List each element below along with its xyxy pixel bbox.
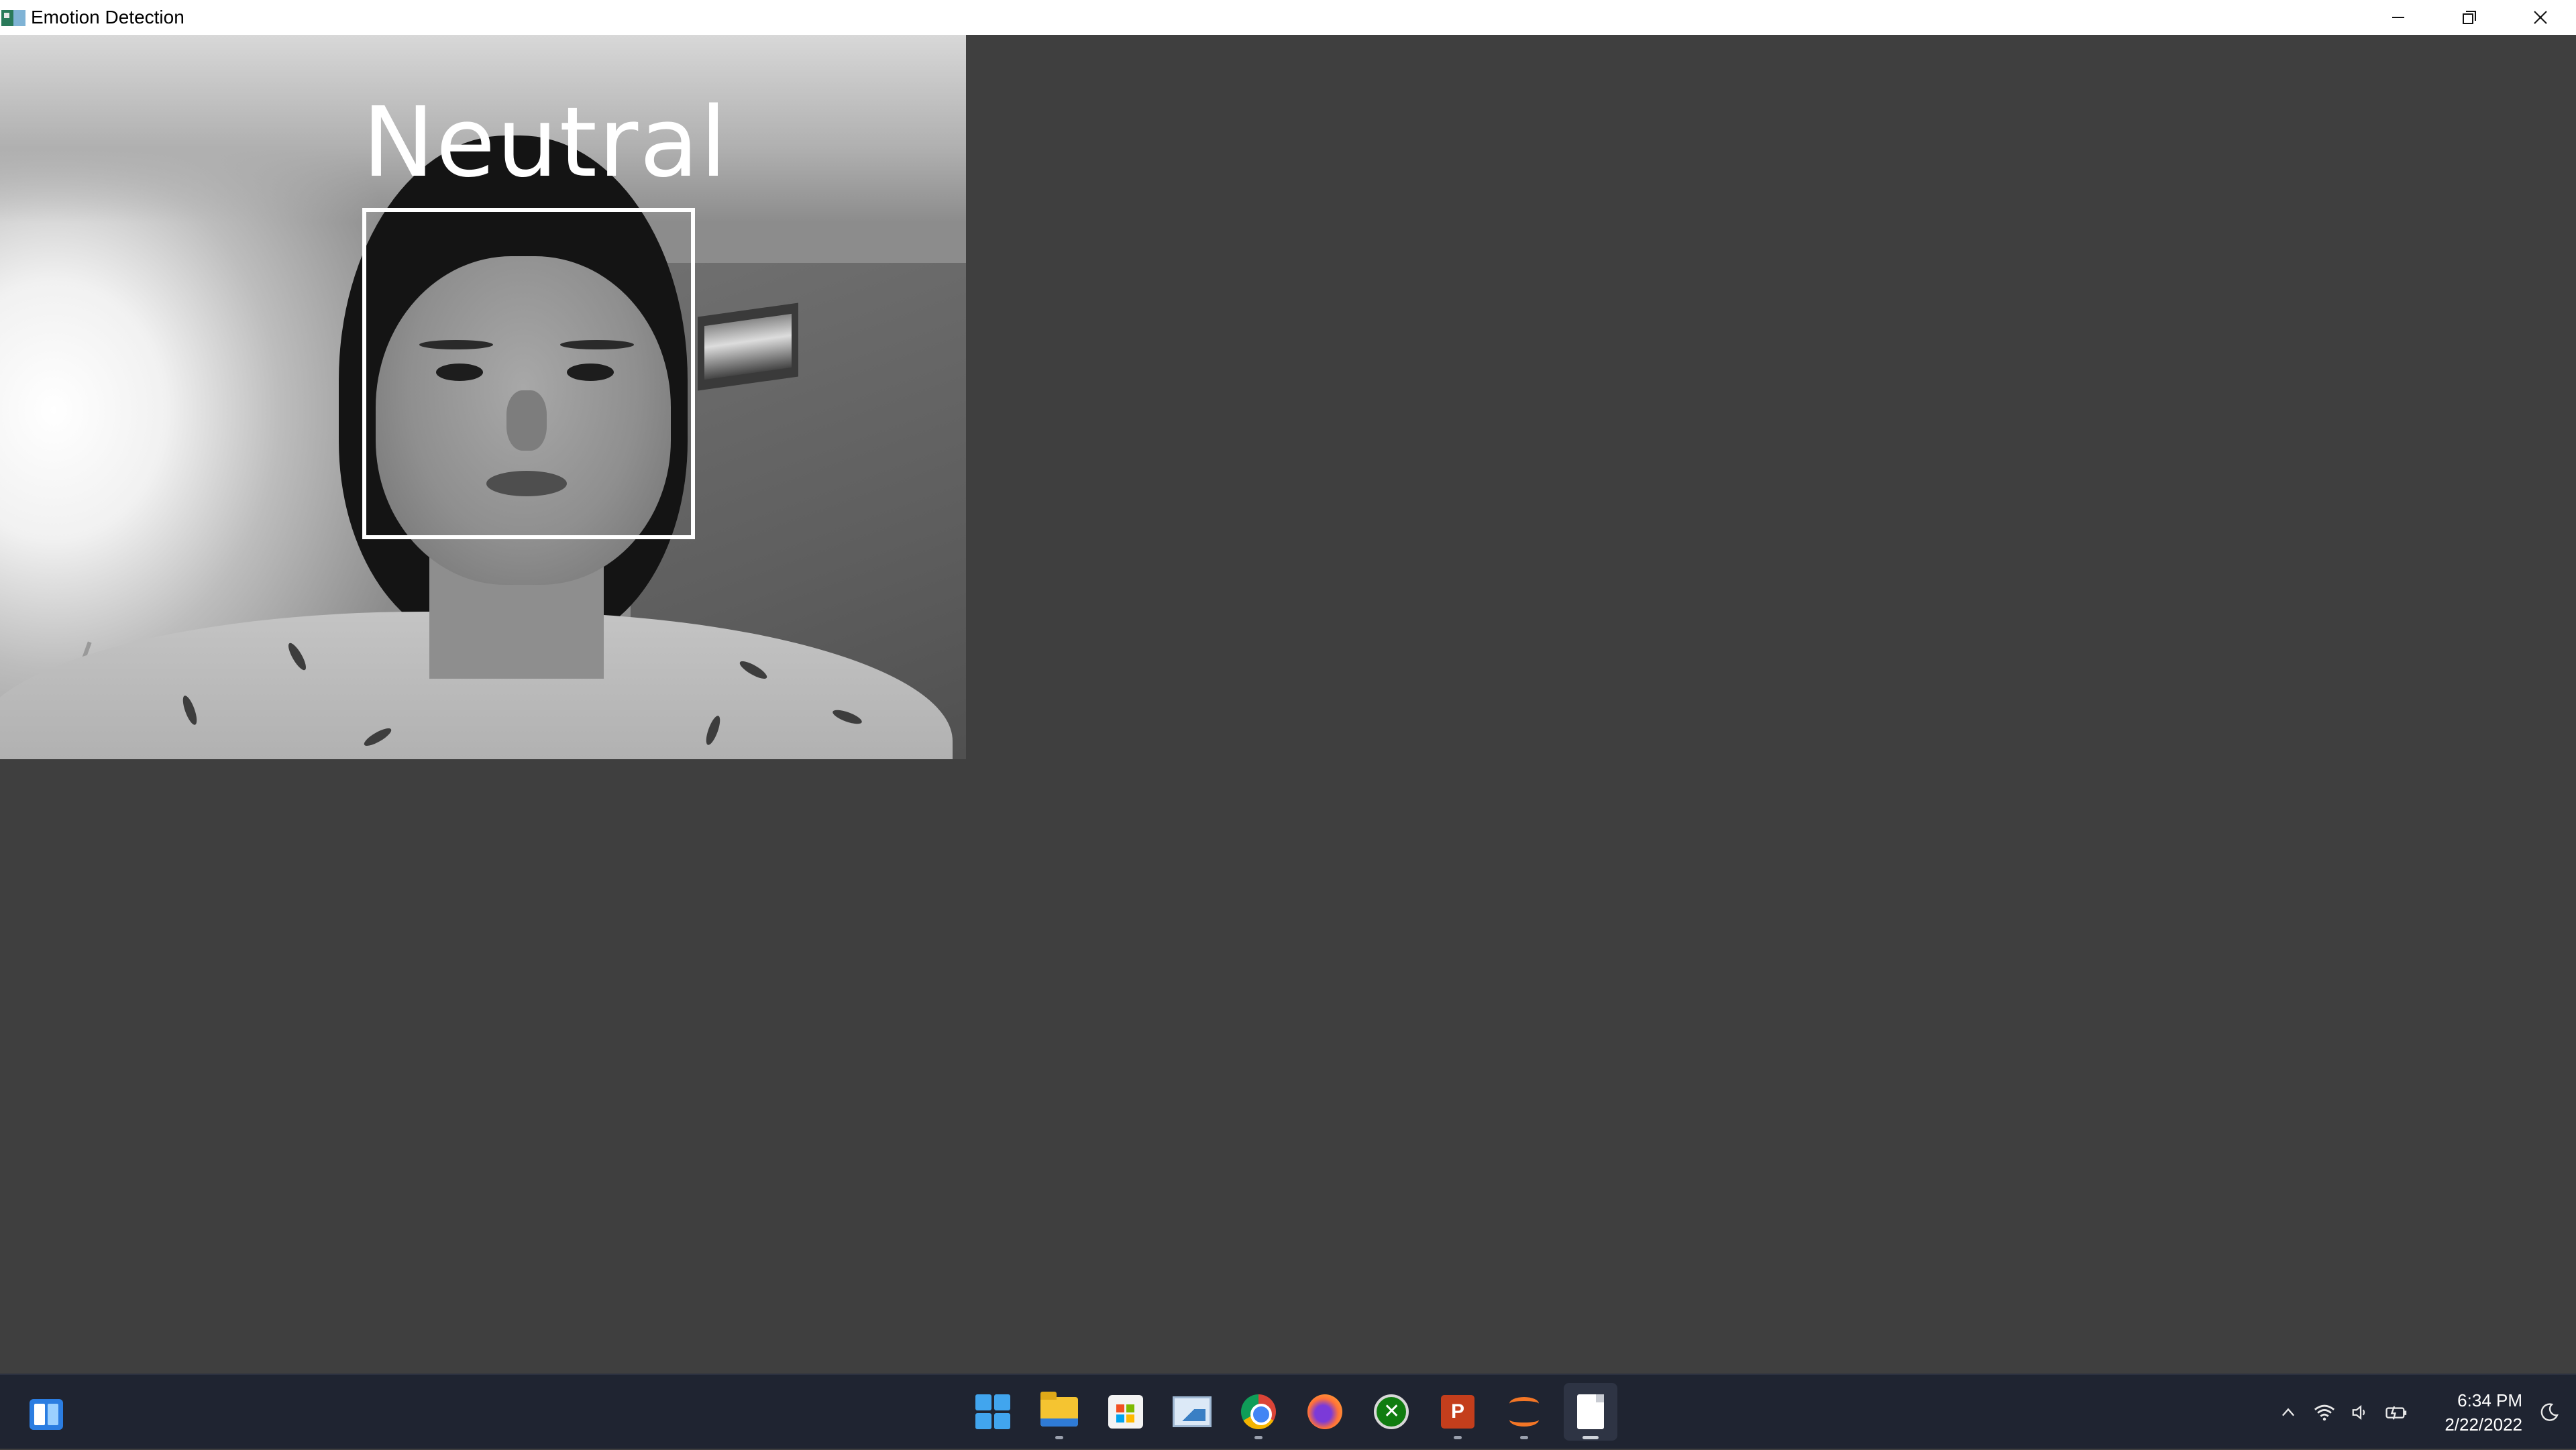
face-bounding-box: [362, 208, 695, 539]
wifi-button[interactable]: [2306, 1392, 2343, 1433]
battery-button[interactable]: [2379, 1392, 2415, 1433]
show-hidden-icons-button[interactable]: [2270, 1392, 2306, 1433]
system-tray: 6:34 PM 2/22/2022: [2270, 1375, 2576, 1450]
taskbar-chrome[interactable]: [1232, 1383, 1285, 1441]
emotion-label: Neutral: [362, 86, 729, 199]
volume-button[interactable]: [2343, 1392, 2379, 1433]
battery-icon: [2385, 1406, 2407, 1420]
taskbar-photos[interactable]: [1165, 1383, 1219, 1441]
taskbar-store[interactable]: [1099, 1383, 1152, 1441]
store-icon: [1108, 1395, 1143, 1429]
running-indicator: [1055, 1436, 1063, 1439]
minimize-icon: [2392, 17, 2404, 18]
running-indicator: [1254, 1436, 1263, 1439]
volume-icon: [2352, 1404, 2365, 1420]
window-title: Emotion Detection: [31, 7, 184, 27]
window-controls: [2363, 0, 2576, 35]
running-indicator: [1454, 1436, 1462, 1439]
jupyter-icon: [1507, 1394, 1542, 1429]
chrome-icon: [1241, 1394, 1276, 1429]
moon-icon: [2540, 1403, 2559, 1421]
active-indicator: [1582, 1436, 1599, 1439]
windows-start-icon: [975, 1394, 1010, 1429]
clock-date: 2/22/2022: [2445, 1414, 2522, 1435]
notifications-button[interactable]: [2529, 1392, 2569, 1433]
title-bar[interactable]: Emotion Detection: [0, 0, 2576, 35]
taskbar-jupyter[interactable]: [1497, 1383, 1551, 1441]
minimize-button[interactable]: [2363, 0, 2434, 35]
taskbar-document[interactable]: [1564, 1383, 1617, 1441]
close-button[interactable]: [2505, 0, 2576, 35]
folder-icon: [1040, 1392, 1078, 1427]
restore-icon: [2463, 11, 2476, 24]
restore-button[interactable]: [2434, 0, 2505, 35]
widgets-button[interactable]: [30, 1399, 63, 1430]
app-icon: [1, 7, 28, 27]
chevron-up-icon: [2282, 1408, 2295, 1416]
taskbar-start-button[interactable]: [966, 1383, 1020, 1441]
xbox-icon: [1374, 1394, 1409, 1429]
taskbar-xbox[interactable]: [1364, 1383, 1418, 1441]
taskbar: P: [0, 1374, 2576, 1449]
taskbar-firefox[interactable]: [1298, 1383, 1352, 1441]
wifi-icon: [2314, 1404, 2335, 1421]
taskbar-file-explorer[interactable]: [1032, 1383, 1086, 1441]
taskbar-clock[interactable]: 6:34 PM 2/22/2022: [2422, 1388, 2522, 1437]
clock-time: 6:34 PM: [2457, 1390, 2522, 1410]
taskbar-apps: P: [966, 1383, 1617, 1443]
close-icon: [2534, 11, 2547, 24]
taskbar-powerpoint[interactable]: P: [1431, 1383, 1485, 1441]
photos-icon: [1173, 1396, 1212, 1427]
running-indicator: [1520, 1436, 1528, 1439]
document-icon: [1577, 1394, 1604, 1429]
firefox-icon: [1307, 1394, 1342, 1429]
powerpoint-icon: P: [1441, 1395, 1474, 1429]
